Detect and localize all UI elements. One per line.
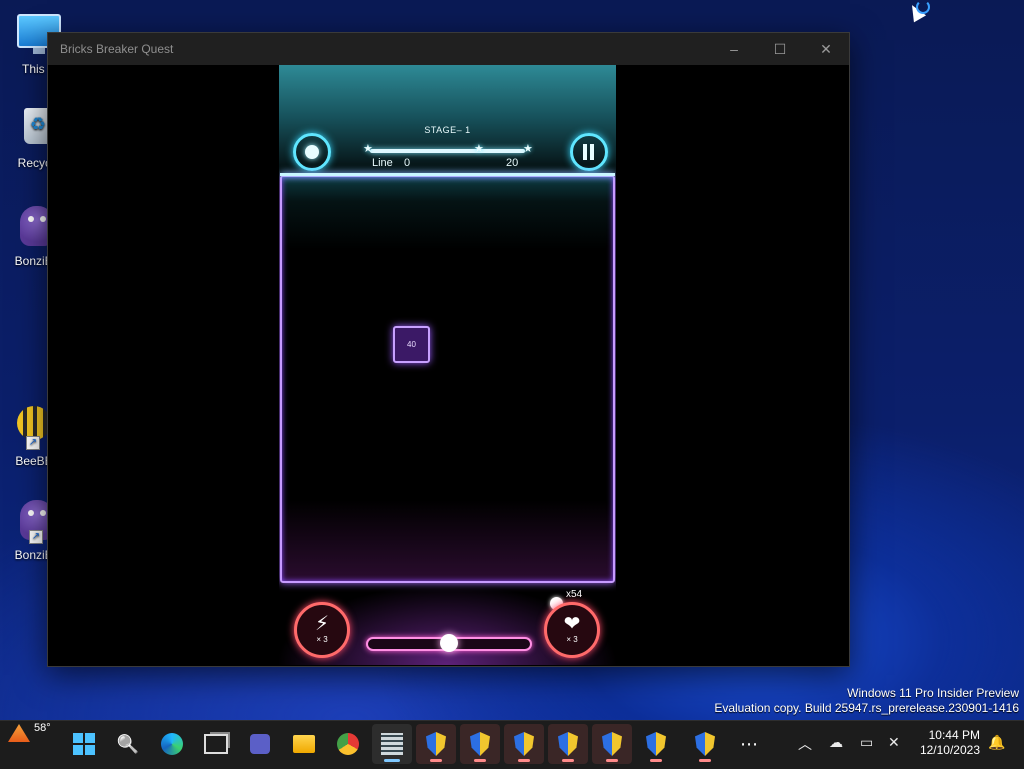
- taskbar-edge[interactable]: [152, 724, 192, 764]
- taskbar-teams[interactable]: [240, 724, 280, 764]
- windows-watermark: Windows 11 Pro Insider Preview Evaluatio…: [714, 686, 1019, 716]
- busy-spinner-icon: [916, 0, 930, 14]
- search-icon: 🔍: [116, 733, 140, 754]
- taskbar-uac-2[interactable]: [460, 724, 500, 764]
- weather-temp: 58°: [34, 722, 51, 734]
- aim-slider-knob[interactable]: [440, 634, 458, 652]
- notification-bell-icon[interactable]: 🔔: [988, 734, 1005, 751]
- lightning-powerup-count: × 3: [316, 635, 328, 644]
- stage-label: STAGE– 1: [424, 125, 471, 135]
- uac-shield-icon: [695, 732, 715, 756]
- multiball-icon: ❤: [563, 613, 581, 635]
- pause-icon: [583, 144, 587, 160]
- line-current-value: 0: [404, 157, 411, 169]
- running-indicator: [699, 759, 711, 762]
- running-indicator: [430, 759, 442, 762]
- uac-shield-icon: [646, 732, 666, 756]
- teams-icon: [250, 734, 270, 754]
- task-view-icon: [204, 734, 228, 754]
- weather-widget[interactable]: 58°: [8, 722, 51, 742]
- taskbar-uac-7[interactable]: [685, 724, 725, 764]
- uac-shield-icon: [426, 732, 446, 756]
- taskbar-uac-6[interactable]: [636, 724, 676, 764]
- clock-date: 12/10/2023: [919, 743, 980, 757]
- running-indicator: [474, 759, 486, 762]
- watermark-build: Evaluation copy. Build 25947.rs_prerelea…: [714, 701, 1019, 715]
- active-indicator: [384, 759, 400, 762]
- watermark-edition: Windows 11 Pro Insider Preview: [847, 686, 1019, 700]
- uac-shield-icon: [558, 732, 578, 756]
- line-target-value: 20: [506, 157, 519, 169]
- taskbar-task-view[interactable]: [196, 724, 236, 764]
- folder-icon: [293, 735, 315, 753]
- windows-logo-icon: [73, 733, 95, 755]
- line-label: Line: [372, 157, 393, 169]
- multiball-powerup-count: × 3: [566, 635, 578, 644]
- chrome-icon: [337, 733, 359, 755]
- close-button[interactable]: ✕: [803, 33, 849, 65]
- volume-muted-icon[interactable]: ✕: [888, 734, 900, 751]
- taskbar-uac-1[interactable]: [416, 724, 456, 764]
- playfield-top-border: [280, 173, 615, 176]
- search-button[interactable]: 🔍: [108, 724, 148, 764]
- clock-time: 10:44 PM: [928, 728, 980, 742]
- start-button[interactable]: [64, 724, 104, 764]
- window-titlebar[interactable]: Bricks Breaker Quest – ☐ ✕: [48, 33, 849, 65]
- more-icon: ⋯: [740, 733, 758, 754]
- running-indicator: [606, 759, 618, 762]
- uac-shield-icon: [514, 732, 534, 756]
- minimize-button[interactable]: –: [711, 33, 757, 65]
- maximize-button[interactable]: ☐: [757, 33, 803, 65]
- taskbar-uac-3[interactable]: [504, 724, 544, 764]
- star-icon: ★: [363, 143, 373, 155]
- bee-icon: [17, 406, 51, 440]
- stage-progress-bar: [370, 149, 525, 153]
- aim-button[interactable]: [293, 133, 331, 171]
- star-icon: ★: [523, 143, 533, 155]
- weather-icon: [8, 724, 30, 742]
- taskbar-uac-4[interactable]: [548, 724, 588, 764]
- game-header-background: [279, 65, 616, 180]
- lightning-powerup-button[interactable]: ⚡ × 3: [294, 602, 350, 658]
- uac-shield-icon: [470, 732, 490, 756]
- brick-hit-count: 40: [407, 340, 416, 349]
- taskbar-file-explorer[interactable]: [284, 724, 324, 764]
- running-indicator: [562, 759, 574, 762]
- app-window: Bricks Breaker Quest – ☐ ✕ STAGE– 1 ★ ★ …: [47, 32, 850, 667]
- bricks-breaker-app-icon: [381, 733, 403, 755]
- playfield[interactable]: [280, 175, 615, 583]
- target-icon: [305, 145, 319, 159]
- brick: 40: [393, 326, 430, 363]
- network-icon[interactable]: ▭: [860, 734, 873, 751]
- star-icon: ★: [474, 143, 484, 155]
- clock[interactable]: 10:44 PM 12/10/2023: [912, 728, 980, 758]
- running-indicator: [650, 759, 662, 762]
- window-title: Bricks Breaker Quest: [60, 42, 174, 56]
- onedrive-icon[interactable]: ☁: [829, 734, 843, 751]
- running-indicator: [518, 759, 530, 762]
- pause-button[interactable]: [570, 133, 608, 171]
- lightning-icon: ⚡: [314, 613, 330, 635]
- taskbar-more-button[interactable]: ⋯: [729, 724, 769, 764]
- edge-icon: [161, 733, 183, 755]
- taskbar-uac-5[interactable]: [592, 724, 632, 764]
- taskbar-bricks-breaker[interactable]: [372, 724, 412, 764]
- multiball-powerup-button[interactable]: ❤ × 3: [544, 602, 600, 658]
- uac-shield-icon: [602, 732, 622, 756]
- shortcut-arrow-icon: ↗: [29, 530, 43, 544]
- shortcut-arrow-icon: ↗: [26, 436, 40, 450]
- aim-slider[interactable]: [366, 634, 532, 652]
- tray-chevron-icon[interactable]: ︿: [798, 734, 812, 754]
- game-canvas[interactable]: STAGE– 1 ★ ★ ★ Line 0 20 40 x54 ⚡ × 3 ❤ …: [279, 65, 616, 665]
- taskbar-chrome[interactable]: [328, 724, 368, 764]
